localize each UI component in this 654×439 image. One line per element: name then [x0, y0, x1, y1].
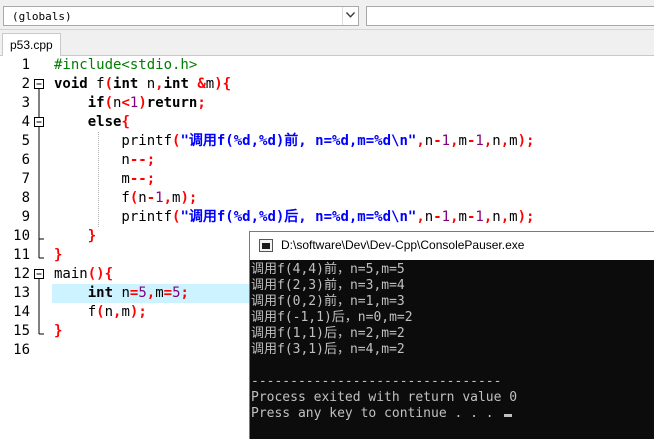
- code-line-13: int n=5,m=5;: [87, 285, 189, 301]
- console-prompt: Press any key to continue . . .: [251, 406, 502, 421]
- line-number: 6: [21, 152, 30, 168]
- console-output-line: 调用f(1,1)后，n=2,m=2: [251, 326, 405, 341]
- chevron-down-icon[interactable]: [342, 7, 358, 25]
- code-line-1: #include<stdio.h>: [54, 57, 198, 73]
- code-line-7: m--;: [54, 171, 156, 187]
- code-line-5: printf("调用f(%d,%d)前, n=%d,m=%d\n",n-1,m-…: [54, 133, 535, 149]
- code-line-14: f(n,m);: [54, 304, 147, 320]
- tab-strip: p53.cpp: [0, 30, 654, 57]
- console-title-bar[interactable]: D:\software\Dev\Dev-Cpp\ConsolePauser.ex…: [250, 232, 654, 260]
- line-number: 8: [21, 190, 30, 206]
- fold-margin: [34, 79, 44, 335]
- code-line-8: f(n-1,m);: [54, 190, 198, 206]
- member-combo[interactable]: [366, 6, 654, 26]
- console-app-icon: [259, 239, 273, 252]
- toolbar: (globals): [0, 0, 654, 30]
- console-window[interactable]: D:\software\Dev\Dev-Cpp\ConsolePauser.ex…: [249, 231, 654, 439]
- code-line-10: }: [87, 228, 97, 244]
- line-number: 2: [21, 76, 30, 92]
- code-line-3: if(n<1)return;: [87, 95, 206, 111]
- text-cursor: [504, 414, 513, 417]
- line-number: 3: [21, 95, 30, 111]
- scope-combo[interactable]: (globals): [3, 6, 359, 26]
- line-number: 13: [13, 285, 30, 301]
- console-output-line: 调用f(-1,1)后，n=0,m=2: [251, 310, 413, 325]
- line-number: 12: [13, 266, 30, 282]
- console-output-line: 调用f(4,4)前，n=5,m=5: [251, 262, 405, 277]
- line-number: 5: [21, 133, 30, 149]
- console-output-line: 调用f(2,3)前，n=3,m=4: [251, 278, 405, 293]
- console-prompt-line: Press any key to continue . . .: [251, 406, 513, 422]
- console-exit-message: Process exited with return value 0: [251, 390, 518, 405]
- line-number: 11: [13, 247, 30, 263]
- code-line-9: printf("调用f(%d,%d)后, n=%d,m=%d\n",n-1,m-…: [54, 209, 535, 225]
- line-number: 7: [21, 171, 30, 187]
- line-number: 1: [21, 57, 30, 73]
- line-number: 15: [13, 323, 30, 339]
- scope-combo-value: (globals): [12, 10, 72, 23]
- line-number: 9: [21, 209, 30, 225]
- console-title: D:\software\Dev\Dev-Cpp\ConsolePauser.ex…: [281, 238, 525, 252]
- line-number: 14: [13, 304, 30, 320]
- code-line-2: void f(int n,int &m){: [54, 76, 232, 92]
- code-line-15: }: [54, 323, 63, 339]
- line-number: 16: [13, 342, 30, 358]
- code-line-12: main(){: [54, 266, 114, 282]
- console-output-line: 调用f(0,2)前，n=1,m=3: [251, 294, 405, 309]
- code-line-6: n--;: [54, 152, 156, 168]
- line-number: 10: [13, 228, 30, 244]
- code-line-4: else{: [87, 114, 130, 130]
- line-number: 4: [21, 114, 30, 130]
- console-separator: --------------------------------: [251, 374, 502, 389]
- tab-p53-cpp[interactable]: p53.cpp: [2, 33, 61, 57]
- console-output-line: 调用f(3,1)后，n=4,m=2: [251, 342, 405, 357]
- code-line-11: }: [54, 247, 63, 263]
